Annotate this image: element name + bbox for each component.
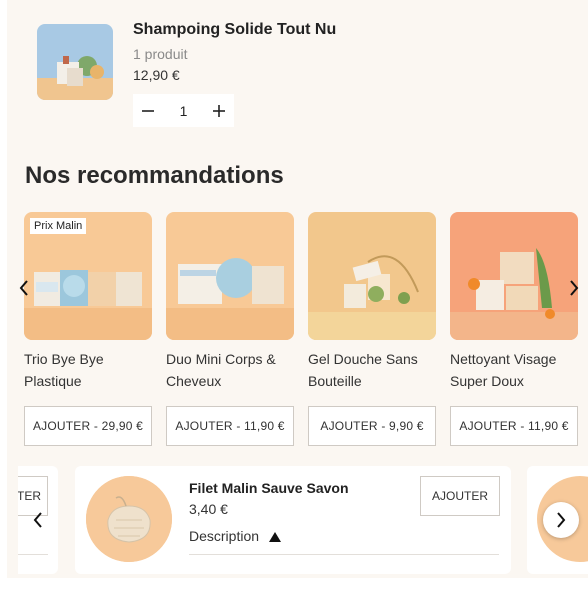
product-name[interactable]: Duo Mini Corps & Cheveux: [166, 348, 294, 392]
chevron-left-icon: [19, 280, 28, 296]
chevron-right-icon: [557, 512, 566, 528]
cart-item-price: 12,90 €: [133, 67, 180, 83]
product-card[interactable]: Nettoyant Visage Super Doux AJOUTER - 11…: [450, 212, 578, 446]
cart-drawer: Shampoing Solide Tout Nu 1 produit 12,90…: [0, 0, 588, 578]
quantity-value[interactable]: 1: [163, 103, 204, 119]
divider: [18, 554, 48, 555]
decrease-button[interactable]: [133, 94, 163, 127]
recommendations-heading: Nos recommandations: [25, 162, 284, 189]
product-name[interactable]: Trio Bye Bye Plastique: [24, 348, 152, 392]
upsell-next-button[interactable]: [543, 502, 579, 538]
triangle-up-icon: [268, 532, 281, 543]
chevron-right-icon: [570, 280, 579, 296]
product-image[interactable]: [166, 212, 294, 340]
divider: [189, 554, 499, 555]
cart-item-image: [37, 24, 113, 100]
add-to-cart-button[interactable]: AJOUTER - 29,90 €: [24, 406, 152, 446]
upsell-add-button[interactable]: AJOUTER: [420, 476, 500, 516]
product-name[interactable]: Nettoyant Visage Super Doux: [450, 348, 578, 392]
carousel-next-button[interactable]: [564, 276, 584, 300]
product-image[interactable]: [450, 212, 578, 340]
description-label: Description: [189, 528, 260, 544]
product-card[interactable]: Duo Mini Corps & Cheveux AJOUTER - 11,90…: [166, 212, 294, 446]
minus-icon: [142, 109, 154, 112]
product-image[interactable]: [308, 212, 436, 340]
upsell-prev-button[interactable]: [28, 508, 48, 532]
increase-button[interactable]: [204, 94, 234, 127]
upsell-product-image: [86, 476, 172, 562]
add-to-cart-button[interactable]: AJOUTER - 11,90 €: [450, 406, 578, 446]
product-card[interactable]: Prix Malin Trio Bye Bye Plastique AJOUTE…: [24, 212, 152, 446]
upsell-product-price: 3,40 €: [189, 501, 228, 517]
promo-badge: Prix Malin: [30, 218, 87, 234]
add-to-cart-button[interactable]: AJOUTER - 11,90 €: [166, 406, 294, 446]
plus-icon: [213, 104, 225, 117]
upsell-product-title[interactable]: Filet Malin Sauve Savon: [189, 480, 349, 496]
left-edge: [0, 0, 7, 578]
add-to-cart-button[interactable]: AJOUTER - 9,90 €: [308, 406, 436, 446]
cart-item-count: 1 produit: [133, 46, 188, 62]
quantity-stepper: 1: [133, 94, 234, 127]
product-name[interactable]: Gel Douche Sans Bouteille: [308, 348, 436, 392]
product-card[interactable]: Gel Douche Sans Bouteille AJOUTER - 9,90…: [308, 212, 436, 446]
product-image[interactable]: Prix Malin: [24, 212, 152, 340]
description-toggle[interactable]: Description: [189, 528, 281, 544]
cart-item-title[interactable]: Shampoing Solide Tout Nu: [133, 21, 336, 39]
chevron-left-icon: [33, 512, 42, 528]
upsell-card: Filet Malin Sauve Savon 3,40 € Descripti…: [75, 466, 511, 574]
carousel-prev-button[interactable]: [14, 276, 34, 300]
